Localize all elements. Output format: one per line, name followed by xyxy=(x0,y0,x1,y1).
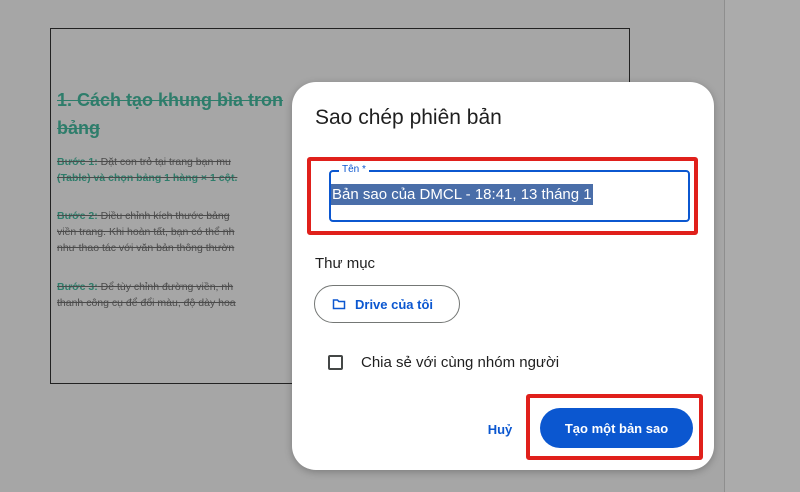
paragraph-line: Để tùy chỉnh đường viền, nh xyxy=(97,281,234,293)
paragraph-line: như thao tác với văn bản thông thườn xyxy=(57,242,235,254)
document-paragraph: Bước 2: Điều chỉnh kích thước bảng viền … xyxy=(57,208,297,256)
paragraph-line: thanh công cụ để đổi màu, độ dày hoa xyxy=(57,297,236,309)
paragraph-line: Điều chỉnh kích thước bảng xyxy=(97,210,230,222)
paragraph-line: Đặt con trỏ tại trang bạn mu xyxy=(97,156,231,168)
paragraph-line: viền trang. Khi hoàn tất, bạn có thể nh xyxy=(57,226,235,238)
document-paragraph: Bước 1: Đặt con trỏ tại trang bạn mu (Ta… xyxy=(57,154,297,186)
document-paragraph: Bước 3: Để tùy chỉnh đường viền, nh than… xyxy=(57,279,297,311)
side-panel xyxy=(724,0,800,492)
share-checkbox[interactable] xyxy=(328,355,343,370)
share-checkbox-label: Chia sẻ với cùng nhóm người xyxy=(361,354,560,371)
folder-label: Thư mục xyxy=(315,255,376,272)
folder-icon xyxy=(332,297,346,311)
cancel-button[interactable]: Huỷ xyxy=(480,412,520,446)
paragraph-line: (Table) và chọn bảng 1 hàng × 1 cột. xyxy=(57,172,238,184)
share-option[interactable]: Chia sẻ với cùng nhóm người xyxy=(328,354,559,371)
create-button-highlight xyxy=(526,394,703,460)
folder-select-button[interactable]: Drive của tôi xyxy=(314,285,460,323)
folder-chip-label: Drive của tôi xyxy=(355,296,434,312)
name-field-highlight xyxy=(307,157,698,235)
step-label: Bước 3: xyxy=(57,281,98,293)
document-heading: 1. Cách tạo khung bìa tron bảng xyxy=(57,90,284,138)
dialog-title: Sao chép phiên bản xyxy=(315,106,502,129)
step-label: Bước 1: xyxy=(57,156,98,168)
step-label: Bước 2: xyxy=(57,210,98,222)
